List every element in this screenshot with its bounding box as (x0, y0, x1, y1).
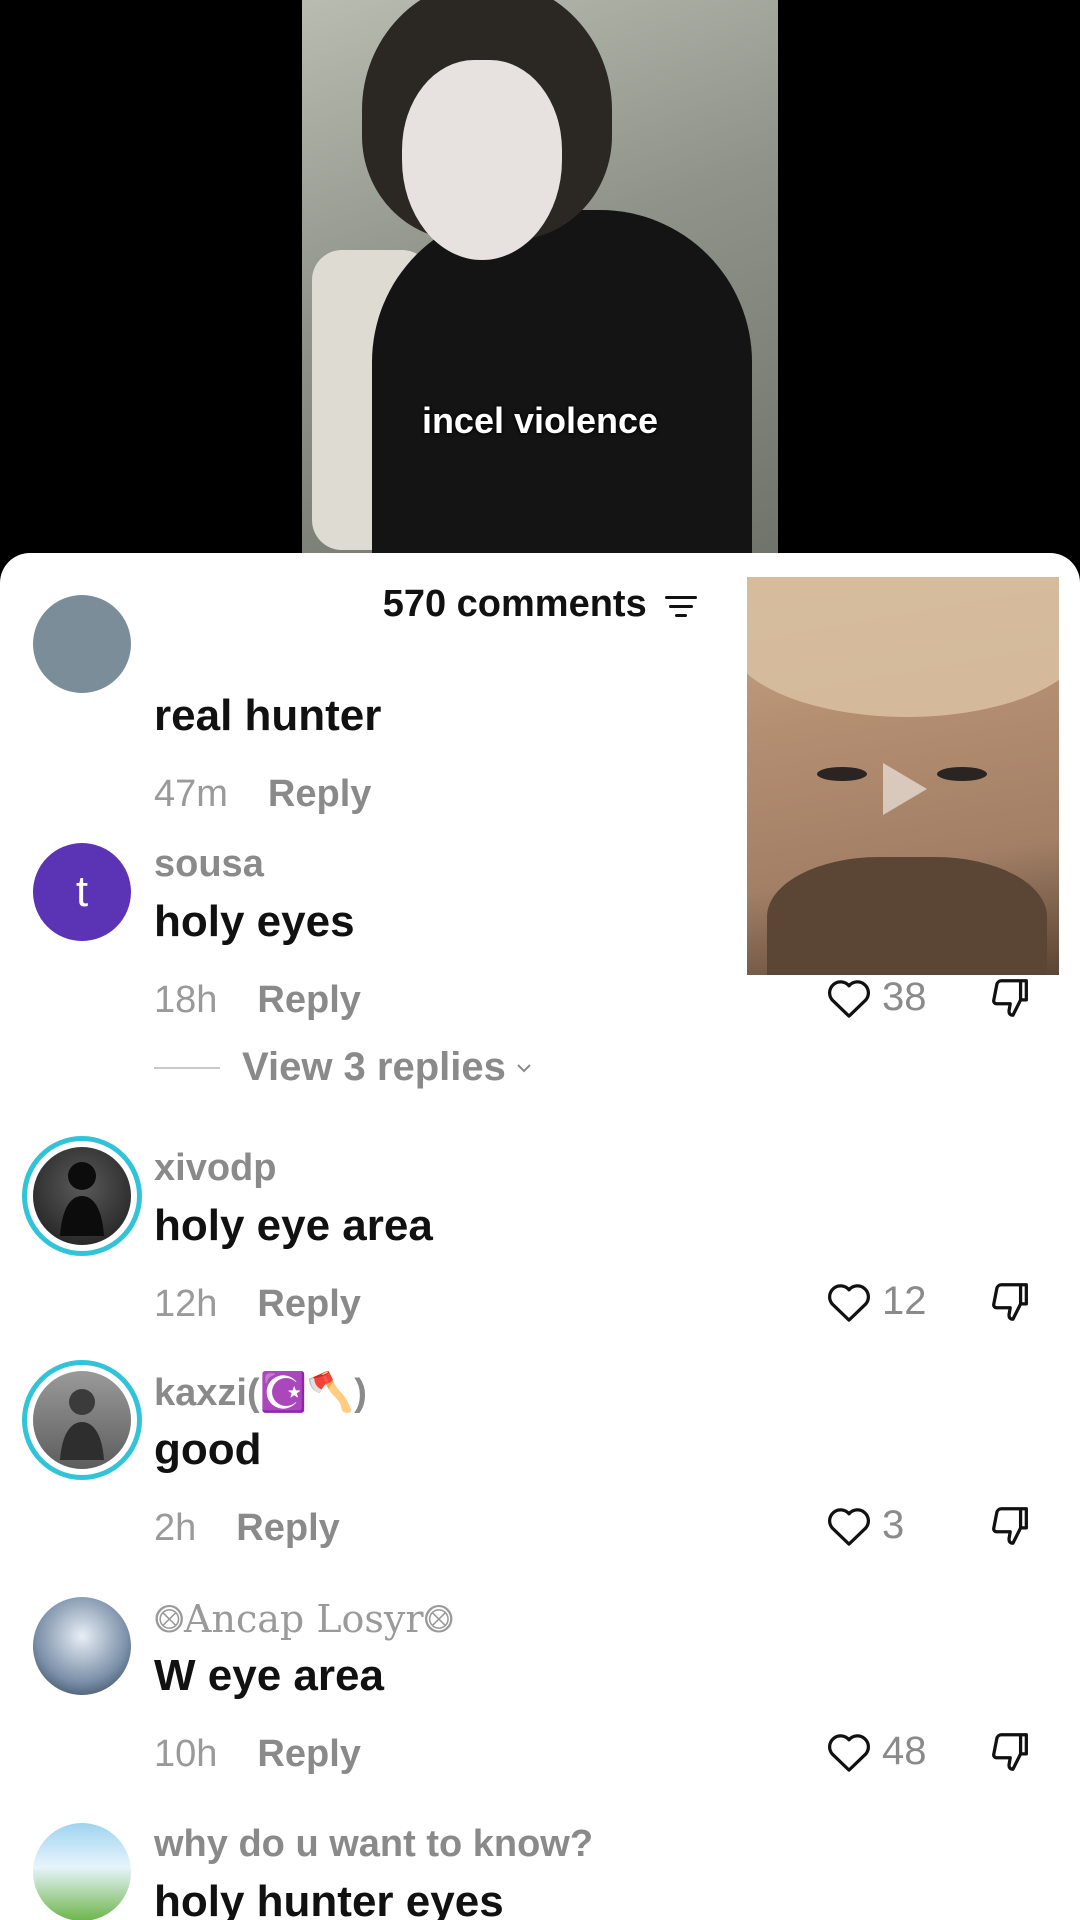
avatar[interactable] (33, 1597, 131, 1695)
reply-button[interactable]: Reply (268, 773, 371, 815)
comment-username[interactable]: why do u want to know? (154, 1823, 593, 1866)
person-photo-icon (60, 1389, 104, 1460)
comment-meta: 18h Reply (154, 979, 361, 1022)
comment-username[interactable]: xivodp (154, 1147, 276, 1190)
thumbs-down-icon (992, 1733, 1028, 1771)
comment-time: 2h (154, 1507, 197, 1549)
dislike-button[interactable] (988, 975, 1034, 1026)
like-count: 12 (882, 1279, 927, 1323)
reply-button[interactable]: Reply (257, 1733, 360, 1775)
video-scene-shirt (372, 210, 752, 560)
view-replies-label: View 3 replies (242, 1045, 506, 1089)
video-frame: incel violence (302, 0, 778, 560)
like-count: 48 (882, 1729, 927, 1773)
avatar[interactable] (33, 595, 131, 693)
person-silhouette-icon (60, 1162, 104, 1236)
avatar[interactable]: t (33, 843, 131, 941)
comment-meta: 12h Reply (154, 1283, 361, 1326)
comment-count: 570 comments (382, 583, 647, 625)
comment-username[interactable]: ⨷Ancap Losyr⨷ (154, 1597, 454, 1642)
comment-time: 12h (154, 1283, 218, 1325)
avatar[interactable] (33, 1147, 131, 1245)
thumbs-down-icon (992, 1507, 1028, 1545)
comment-time: 10h (154, 1733, 218, 1775)
comment-text: W eye area (154, 1651, 384, 1700)
comment-meta: 10h Reply (154, 1733, 361, 1776)
avatar[interactable] (33, 1823, 131, 1920)
view-replies-button[interactable]: View 3 replies (154, 1045, 536, 1090)
dislike-button[interactable] (988, 1503, 1034, 1554)
dislike-button[interactable] (988, 1279, 1034, 1330)
like-count: 3 (882, 1503, 905, 1547)
video-caption: incel violence (421, 400, 659, 441)
video-player[interactable]: incel violence (0, 0, 1080, 580)
like-button[interactable]: 38 (826, 975, 927, 1020)
divider (154, 1066, 220, 1069)
thumbs-down-icon (992, 1283, 1028, 1321)
comment-username[interactable]: sousa (154, 843, 264, 886)
reply-button[interactable]: Reply (236, 1507, 339, 1549)
reply-button[interactable]: Reply (257, 1283, 360, 1325)
play-icon[interactable] (883, 763, 927, 815)
like-button[interactable]: 3 (826, 1503, 904, 1548)
thumbnail-hair (747, 577, 1059, 717)
sticker-video-thumbnail[interactable] (747, 577, 1059, 975)
thumbs-down-icon (992, 979, 1028, 1017)
comment-text: holy eyes (154, 897, 355, 946)
video-scene-face (402, 60, 562, 260)
comment-meta: 47m Reply (154, 773, 371, 816)
comment-time: 18h (154, 979, 218, 1021)
filter-icon[interactable] (665, 594, 698, 618)
heart-icon (828, 1733, 870, 1772)
comment-username[interactable]: kaxzi(☪️🪓) (154, 1371, 367, 1415)
comment-text: real hunter (154, 691, 382, 740)
like-button[interactable]: 12 (826, 1279, 927, 1324)
comment-text: holy eye area (154, 1201, 433, 1250)
heart-icon (828, 1507, 870, 1546)
avatar[interactable] (33, 1371, 131, 1469)
like-count: 38 (882, 975, 927, 1019)
avatar-letter: t (75, 867, 89, 916)
chevron-down-icon (517, 1063, 531, 1072)
heart-icon (828, 979, 870, 1018)
thumbnail-eye (817, 767, 867, 781)
thumbnail-eye (937, 767, 987, 781)
comment-meta: 2h Reply (154, 1507, 340, 1550)
comment-text: good (154, 1425, 262, 1474)
thumbnail-beard (767, 857, 1047, 975)
comments-sheet: 570 comments real hunter 47m Reply t sous… (0, 553, 1080, 1920)
dislike-button[interactable] (988, 1729, 1034, 1780)
reply-button[interactable]: Reply (257, 979, 360, 1021)
heart-icon (828, 1283, 870, 1322)
comment-time: 47m (154, 773, 228, 815)
comment-text: holy hunter eyes (154, 1877, 504, 1920)
like-button[interactable]: 48 (826, 1729, 927, 1774)
